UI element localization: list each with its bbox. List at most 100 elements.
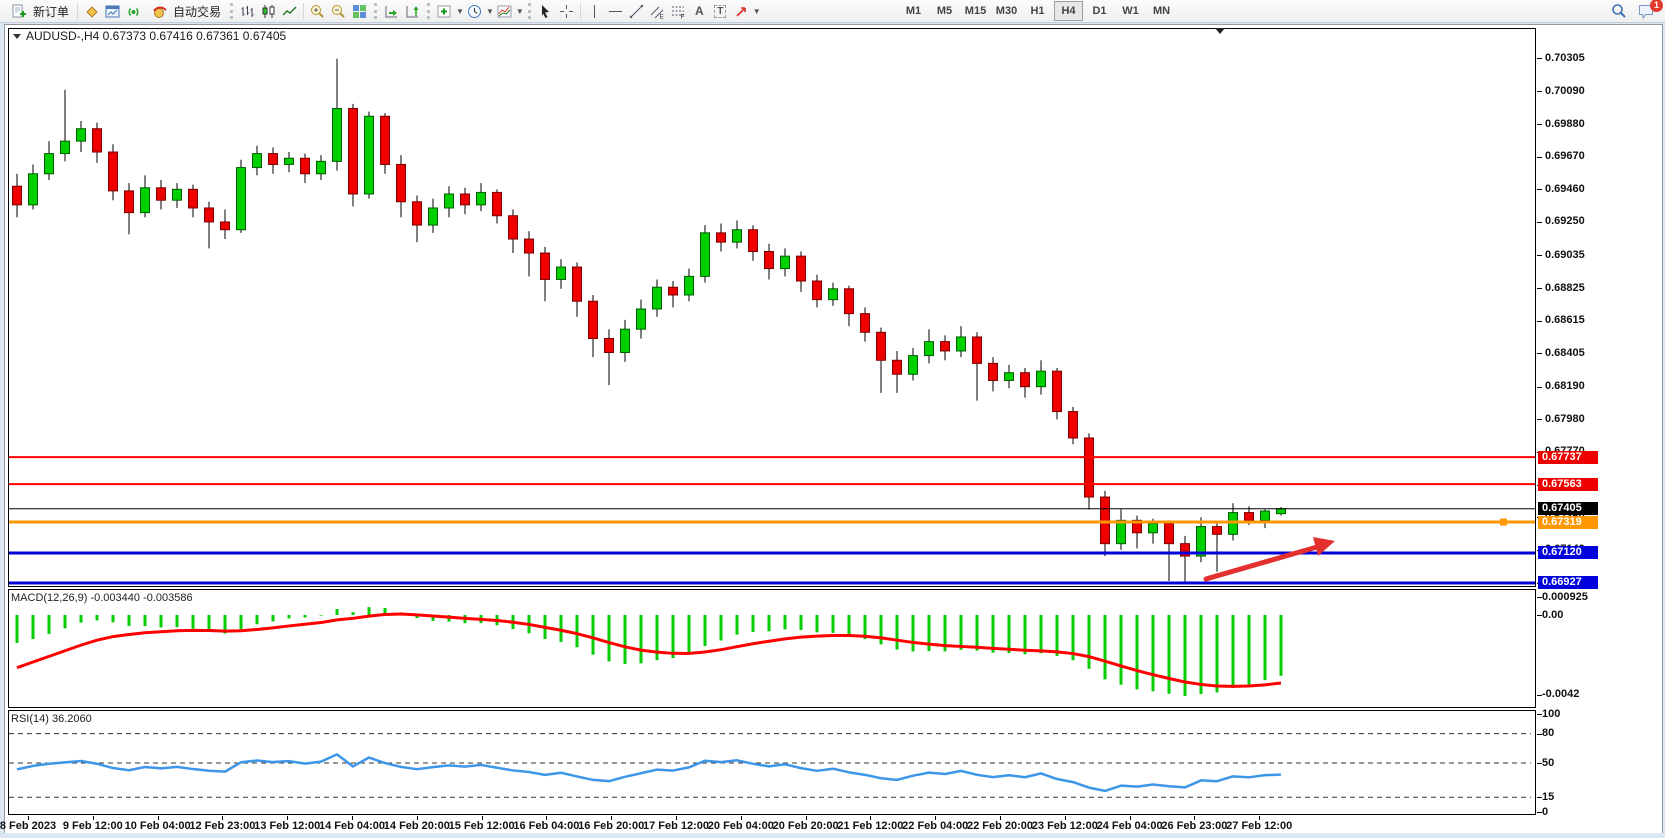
text-label-icon[interactable]: T [710, 2, 731, 21]
time-axis-label: 21 Feb 12:00 [837, 820, 903, 832]
periods-icon[interactable] [464, 2, 485, 21]
trendline-icon[interactable] [626, 2, 647, 21]
chevron-down-icon[interactable]: ▼ [486, 7, 494, 16]
candle-body [1149, 523, 1158, 532]
candle-body [829, 289, 838, 300]
candlestick-chart-icon[interactable] [258, 2, 279, 21]
tab-timeframe-h4[interactable]: H4 [1054, 1, 1083, 21]
notification-badge[interactable]: 1 [1650, 0, 1663, 12]
candle-body [301, 158, 310, 174]
time-axis-label: 22 Feb 04:00 [902, 820, 968, 832]
templates-icon[interactable] [494, 2, 515, 21]
zoom-in-icon[interactable] [307, 2, 328, 21]
tab-timeframe-d1[interactable]: D1 [1085, 1, 1114, 21]
candle-body [429, 208, 438, 225]
candle-body [1101, 497, 1110, 544]
chevron-down-icon[interactable]: ▼ [456, 7, 464, 16]
candle-body [797, 256, 806, 281]
toolbar-grip[interactable] [427, 3, 430, 19]
fibonacci-icon[interactable]: F [668, 2, 689, 21]
time-axis-tick [546, 816, 547, 820]
text-icon[interactable]: A [689, 2, 710, 21]
new-order-label: 新订单 [33, 3, 69, 20]
price-line-label: 0.66927 [1538, 576, 1598, 589]
search-icon[interactable] [1608, 2, 1629, 21]
marketwatch-icon[interactable] [81, 2, 102, 21]
tab-timeframe-w1[interactable]: W1 [1116, 1, 1145, 21]
time-axis-label: 24 Feb 04:00 [1097, 820, 1163, 832]
candle-body [285, 158, 294, 164]
rsi-axis-label: 0 [1542, 807, 1548, 818]
tab-timeframe-h1[interactable]: H1 [1023, 1, 1052, 21]
line-handle[interactable] [1500, 519, 1507, 526]
rsi-axis-tick [1537, 797, 1542, 798]
time-axis-tick [870, 816, 871, 820]
vertical-line-icon[interactable] [584, 2, 605, 21]
candle-body [765, 251, 774, 268]
price-line-label: 0.67563 [1538, 478, 1598, 491]
time-axis-tick [158, 816, 159, 820]
price-axis-label: 0.67560 [1545, 479, 1585, 490]
price-axis-tick [1537, 91, 1542, 92]
chart-title: AUDUSD-,H4 0.67373 0.67416 0.67361 0.674… [13, 29, 286, 43]
tab-timeframe-m15[interactable]: M15 [961, 1, 990, 21]
line-chart-icon[interactable] [279, 2, 300, 21]
price-chart-canvas[interactable] [8, 28, 1536, 587]
time-axis-label: 27 Feb 12:00 [1226, 820, 1292, 832]
tab-timeframe-mn[interactable]: MN [1147, 1, 1176, 21]
time-axis-tick [1000, 816, 1001, 820]
cursor-icon[interactable] [535, 2, 556, 21]
rsi-axis-label: 50 [1542, 758, 1554, 769]
symbol-dropdown-icon[interactable] [13, 34, 21, 39]
chevron-down-icon[interactable]: ▼ [516, 7, 524, 16]
arrows-tool-icon[interactable] [731, 2, 752, 21]
tab-timeframe-m5[interactable]: M5 [930, 1, 959, 21]
tab-timeframe-m1[interactable]: M1 [899, 1, 928, 21]
equidistant-channel-icon[interactable]: E [647, 2, 668, 21]
bar-chart-icon[interactable] [237, 2, 258, 21]
time-axis-tick [222, 816, 223, 820]
toolbar-grip[interactable] [230, 3, 233, 19]
auto-trading-button[interactable]: 自动交易 [144, 2, 226, 21]
chart-window-icon[interactable] [102, 2, 123, 21]
candle-body [77, 129, 86, 141]
chevron-down-icon[interactable]: ▼ [753, 7, 761, 16]
tab-timeframe-m30[interactable]: M30 [992, 1, 1021, 21]
candle-body [413, 202, 422, 225]
price-axis-label: 0.67980 [1545, 414, 1585, 425]
toolbar-grip[interactable] [374, 3, 377, 19]
time-axis-tick [741, 816, 742, 820]
candle-body [333, 109, 342, 162]
tile-windows-icon[interactable] [349, 2, 370, 21]
indicators-icon[interactable] [434, 2, 455, 21]
candle-body [653, 287, 662, 309]
timeframe-toolbar: M1M5M15M30H1H4D1W1MN [898, 1, 1177, 21]
chart-shift-icon[interactable] [402, 2, 423, 21]
time-axis-tick [287, 816, 288, 820]
candle-body [989, 363, 998, 380]
rsi-panel-canvas[interactable] [8, 710, 1536, 815]
candle-body [813, 281, 822, 300]
candle-body [1037, 371, 1046, 387]
candle-body [973, 337, 982, 363]
auto-scroll-icon[interactable] [381, 2, 402, 21]
time-axis-label: 16 Feb 20:00 [578, 820, 644, 832]
zoom-out-icon[interactable] [328, 2, 349, 21]
macd-panel-canvas[interactable] [8, 589, 1536, 708]
candle-body [717, 233, 726, 242]
price-line-label: 0.67319 [1538, 516, 1598, 529]
rsi-axis-tick [1537, 812, 1542, 813]
candle-body [845, 289, 854, 314]
price-axis-label: 0.70090 [1545, 86, 1585, 97]
chart-shift-marker-icon[interactable] [1215, 28, 1225, 34]
signal-icon[interactable] [123, 2, 144, 21]
toolbar-grip[interactable] [528, 3, 531, 19]
rsi-axis-label: 80 [1542, 728, 1554, 739]
chat-icon[interactable]: 1 [1635, 2, 1659, 21]
crosshair-icon[interactable] [556, 2, 577, 21]
new-order-button[interactable]: 新订单 [4, 2, 74, 21]
price-axis-label: 0.69035 [1545, 250, 1585, 261]
candle-body [237, 168, 246, 230]
candle-body [605, 339, 614, 353]
horizontal-line-icon[interactable] [605, 2, 626, 21]
